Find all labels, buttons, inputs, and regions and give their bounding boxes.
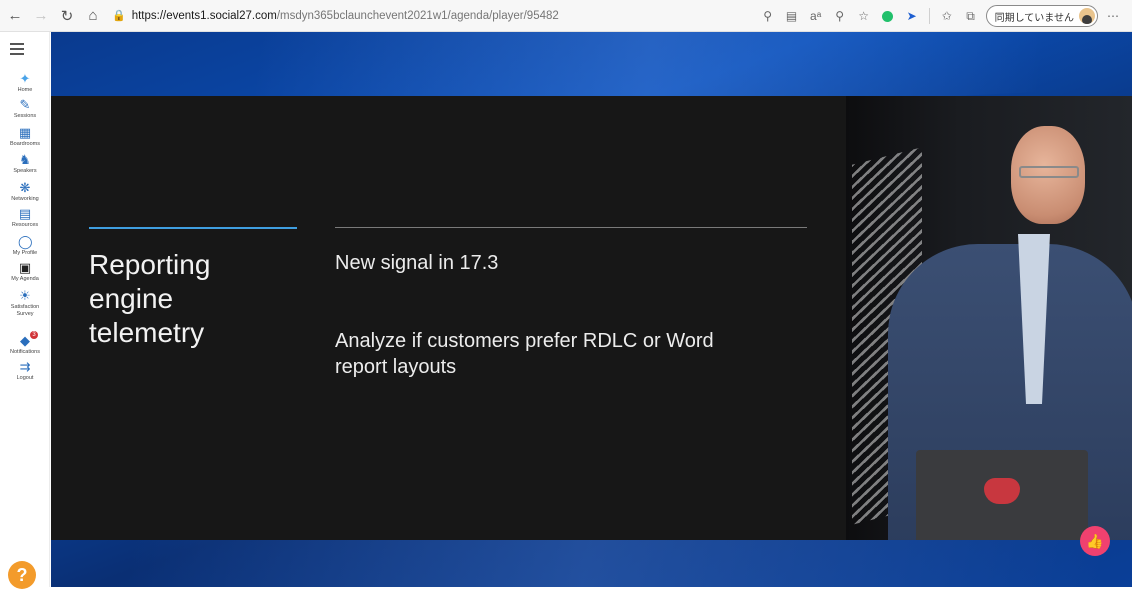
sidebar-item-label: My Agenda bbox=[11, 276, 39, 282]
sidebar-item-speakers[interactable]: ♞ Speakers bbox=[0, 153, 50, 175]
sidebar-item-my-profile[interactable]: ◯ My Profile bbox=[0, 235, 50, 257]
more-icon[interactable]: ⋯ bbox=[1104, 6, 1122, 26]
sidebar-item-label: Speakers bbox=[13, 168, 37, 174]
sidebar-item-label: My Profile bbox=[12, 250, 38, 256]
profile-icon: ◯ bbox=[18, 234, 33, 249]
home-icon[interactable]: ⌂ bbox=[82, 5, 104, 27]
sidebar-item-my-agenda[interactable]: ▣ My Agenda bbox=[0, 261, 50, 283]
immersive-reader-icon[interactable]: ▤ bbox=[783, 6, 801, 26]
presenter-glasses bbox=[1019, 166, 1079, 178]
resources-icon: ▤ bbox=[18, 206, 32, 221]
forward-icon[interactable]: → bbox=[30, 5, 52, 27]
back-icon[interactable]: ← bbox=[4, 5, 26, 27]
sidebar-item-home[interactable]: ✦ Home bbox=[0, 72, 50, 94]
help-button[interactable]: ? bbox=[8, 561, 36, 589]
hamburger-menu-icon[interactable] bbox=[10, 43, 24, 58]
sidebar-item-networking[interactable]: ❋ Networking bbox=[0, 181, 50, 203]
zoom-icon[interactable]: ⚲ bbox=[831, 6, 849, 26]
slide-divider-line bbox=[335, 227, 807, 228]
sidebar-item-sessions[interactable]: ✎ Sessions bbox=[0, 98, 50, 120]
logout-icon: ⇉ bbox=[19, 359, 31, 374]
presenter-video bbox=[846, 96, 1132, 540]
sidebar-item-resources[interactable]: ▤ Resources bbox=[0, 207, 50, 229]
slide-title: Reporting engine telemetry bbox=[89, 249, 211, 348]
favorites-icon[interactable]: ✩ bbox=[938, 6, 956, 26]
profile-sync-button[interactable]: 同期していません bbox=[985, 5, 1098, 27]
boardroom-icon: ▦ bbox=[18, 125, 32, 140]
extension-green-icon[interactable] bbox=[879, 6, 897, 26]
sidebar-item-label: Home bbox=[17, 87, 33, 93]
sidebar-item-label: Sessions bbox=[13, 113, 37, 119]
sidebar-item-label: Boardrooms bbox=[10, 141, 40, 147]
avatar bbox=[1079, 8, 1095, 24]
home-icon: ✦ bbox=[19, 71, 31, 86]
slide-bullet: New signal in 17.3 bbox=[335, 252, 499, 274]
address-bar[interactable]: 🔒 https://events1.social27.com/msdyn365b… bbox=[112, 5, 792, 27]
sidebar-item-boardrooms[interactable]: ▦ Boardrooms bbox=[0, 126, 50, 148]
refresh-icon[interactable]: ↻ bbox=[56, 5, 78, 27]
slide-bullet: Analyze if customers prefer RDLC or Word… bbox=[335, 330, 714, 378]
sidebar-item-logout[interactable]: ⇉ Logout bbox=[0, 360, 50, 382]
video-player[interactable]: Reporting engine telemetry New signal in… bbox=[51, 32, 1132, 587]
sidebar-item-label: Networking bbox=[11, 196, 39, 202]
slide-accent-line bbox=[89, 227, 297, 229]
notification-badge: 3 bbox=[30, 331, 38, 339]
collections-icon[interactable]: ⧉ bbox=[962, 6, 980, 26]
sidebar-item-label: Notifications bbox=[10, 349, 40, 355]
like-button[interactable]: 👍 bbox=[1080, 526, 1110, 556]
survey-icon: ☀ bbox=[19, 288, 31, 303]
networking-icon: ❋ bbox=[19, 180, 31, 195]
toolbar-separator bbox=[928, 8, 930, 24]
url-path: /msdyn365bclaunchevent2021w1/agenda/play… bbox=[276, 9, 559, 22]
key-icon[interactable]: ⚲ bbox=[759, 6, 777, 26]
sync-label: 同期していません bbox=[994, 12, 1074, 24]
pen-icon: ✎ bbox=[19, 97, 31, 112]
calendar-icon: ▣ bbox=[18, 260, 32, 275]
read-aloud-icon[interactable]: aᵃ bbox=[807, 6, 825, 26]
url-host: https://events1.social27.com bbox=[131, 9, 277, 22]
favorite-add-icon[interactable]: ☆ bbox=[855, 6, 873, 26]
sidebar-item-notifications[interactable]: ◆ 3 Notifications bbox=[0, 331, 50, 356]
speaker-icon: ♞ bbox=[19, 152, 31, 167]
sidebar-item-satisfaction-survey[interactable]: ☀ Satisfaction Survey bbox=[0, 289, 50, 318]
lock-icon[interactable]: 🔒 bbox=[112, 9, 126, 22]
background-streak bbox=[51, 537, 1132, 587]
sidebar-item-label: Satisfaction Survey bbox=[10, 304, 40, 317]
event-sidebar: ✦ Home ✎ Sessions ▦ Boardrooms ♞ Speaker… bbox=[0, 32, 50, 589]
presentation-slide: Reporting engine telemetry New signal in… bbox=[51, 96, 846, 540]
toolbar-icons: ⚲ ▤ aᵃ ⚲ ☆ ➤ ✩ ⧉ 同期していません ⋯ bbox=[759, 5, 1122, 27]
extension-blue-icon[interactable]: ➤ bbox=[903, 6, 921, 26]
browser-toolbar: ← → ↻ ⌂ 🔒 https://events1.social27.com/m… bbox=[0, 0, 1132, 32]
laptop-sticker bbox=[984, 478, 1020, 504]
sidebar-item-label: Resources bbox=[11, 222, 39, 228]
sidebar-item-label: Logout bbox=[16, 375, 34, 381]
